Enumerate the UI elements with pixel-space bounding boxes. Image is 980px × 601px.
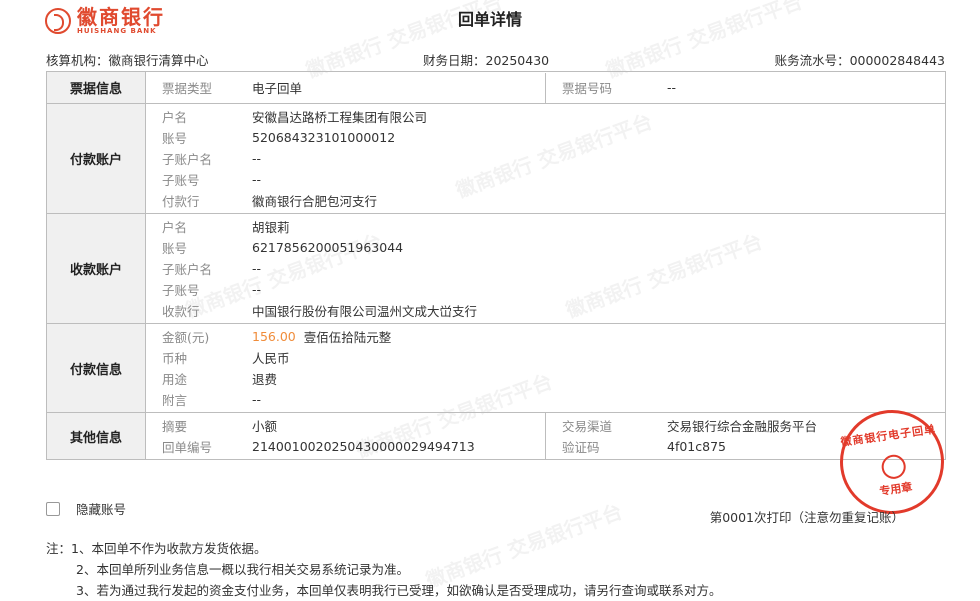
seal-logo-icon [880,453,908,481]
payer-subaccount-label: 子账号 [162,173,200,188]
verification-code-label: 验证码 [562,440,600,455]
payer-subaccount-value: -- [252,172,262,187]
receipt-header: 徽商银行 HUISHANG BANK 回单详情 [0,0,980,40]
currency-value: 人民币 [252,351,290,366]
footnotes: 注：1、本回单不作为收款方发货依据。 2、本回单所列业务信息一概以我行相关交易系… [46,538,721,601]
payee-subaccount-label: 子账号 [162,283,200,298]
payer-subaccount-name-value: -- [252,151,262,166]
amount-label: 金额(元) [162,330,210,345]
serial-number: 账务流水号：000002848443 [774,53,945,68]
channel-label: 交易渠道 [562,419,613,434]
summary-label: 摘要 [162,419,188,434]
section-payment-info: 付款信息 [46,323,146,413]
verification-code-value: 4f01c875 [667,439,726,454]
receipt-table: 票据信息 票据类型 电子回单 票据号码 -- 付款账户 户名 安徽昌达路桥工程集团… [46,71,946,460]
payee-subaccount-name-label: 子账户名 [162,262,213,277]
payment-info-row: 付款信息 金额(元) 156.00 壹佰伍拾陆元整 币种 人民币 用途 退费 附言 -… [46,323,946,413]
payee-name-label: 户名 [162,220,188,235]
payer-account-value: 520684323101000012 [252,130,396,145]
purpose-label: 用途 [162,372,188,387]
print-count: 第0001次打印（注意勿重复记账） [709,510,904,525]
payee-subaccount-value: -- [252,282,262,297]
payer-name-label: 户名 [162,110,188,125]
bill-type-value: 电子回单 [252,81,303,96]
remark-label: 附言 [162,393,188,408]
hide-account-checkbox[interactable] [46,501,60,516]
amount-in-words: 壹佰伍拾陆元整 [303,330,392,345]
payee-subaccount-name-value: -- [252,261,262,276]
purpose-value: 退费 [252,372,278,387]
amount-number: 156.00 [252,329,296,344]
section-bill-info: 票据信息 [46,71,146,104]
note-item: 3、若为通过我行发起的资金支付业务，本回单仅表明我行已受理，如欲确认是否受理成功… [76,583,722,598]
section-payee: 收款账户 [46,213,146,324]
bill-number-label: 票据号码 [562,81,613,96]
bill-type-label: 票据类型 [162,81,213,96]
payee-row: 收款账户 户名 胡银莉 账号 6217856200051963044 子账户名 -- … [46,213,946,324]
payer-subaccount-name-label: 子账户名 [162,152,213,167]
section-other-info: 其他信息 [46,412,146,460]
hide-account-label[interactable]: 隐藏账号 [76,499,126,518]
note-item: 2、本回单所列业务信息一概以我行相关交易系统记录为准。 [76,562,409,577]
remark-value: -- [252,392,262,407]
currency-label: 币种 [162,351,188,366]
payer-bank-label: 付款行 [162,194,200,209]
payer-name-value: 安徽昌达路桥工程集团有限公司 [252,110,428,125]
bill-info-row: 票据信息 票据类型 电子回单 票据号码 -- [46,71,946,104]
receipt-number-label: 回单编号 [162,440,213,455]
other-info-row: 其他信息 摘要 小额 回单编号 21400100202504300000294947… [46,412,946,460]
accounting-institution: 核算机构：徽商银行清算中心 [46,53,209,68]
note-item: 注：1、本回单不作为收款方发货依据。 [46,541,267,556]
seal-top-text: 徽商银行电子回单 [839,422,937,449]
payer-row: 付款账户 户名 安徽昌达路桥工程集团有限公司 账号 5206843231010000… [46,103,946,214]
payee-bank-value: 中国银行股份有限公司温州文成大峃支行 [252,304,478,319]
summary-value: 小额 [252,419,278,434]
payer-account-label: 账号 [162,131,188,146]
payee-account-value: 6217856200051963044 [252,240,404,255]
payee-bank-label: 收款行 [162,304,200,319]
section-payer: 付款账户 [46,103,146,214]
receipt-number-value: 2140010020250430000029494713 [252,439,475,454]
payer-bank-value: 徽商银行合肥包河支行 [252,194,378,209]
channel-value: 交易银行综合金融服务平台 [667,419,818,434]
hide-account-toggle[interactable]: 隐藏账号 [46,499,126,518]
payee-name-value: 胡银莉 [252,220,290,235]
page-title: 回单详情 [457,10,522,29]
payee-account-label: 账号 [162,241,188,256]
bill-number-value: -- [667,80,677,95]
finance-date: 财务日期：20250430 [423,53,550,68]
